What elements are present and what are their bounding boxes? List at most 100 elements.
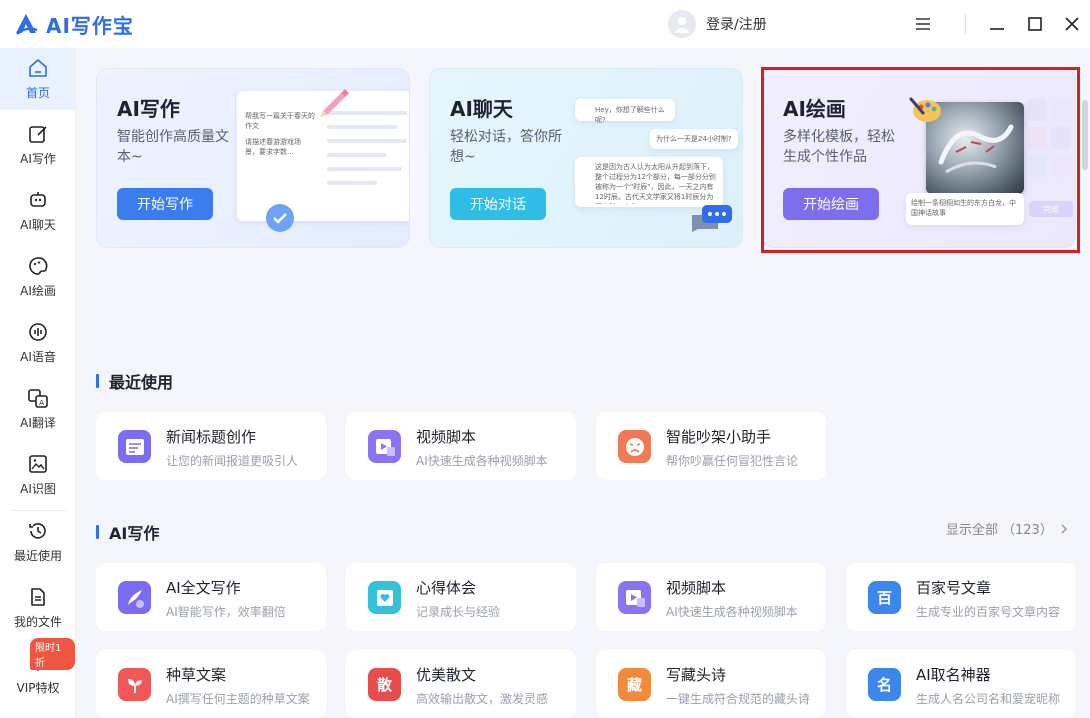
- sidebar-item-label: AI语音: [20, 350, 56, 364]
- sidebar-item-recent[interactable]: 最近使用: [0, 511, 76, 573]
- app-logo: AI写作宝: [14, 10, 134, 38]
- baijia-icon: 百: [868, 581, 901, 614]
- hero-description: 智能创作高质量文本~: [117, 129, 229, 165]
- tool-name: 视频脚本: [666, 579, 727, 597]
- user-icon: [674, 17, 690, 33]
- audio-wave-icon: [29, 323, 47, 341]
- check-icon: [266, 204, 294, 232]
- pen-edit-icon: [29, 126, 47, 143]
- section-recent-header: 最近使用: [96, 371, 174, 392]
- vip-discount-badge: 限时1折: [30, 638, 75, 670]
- tool-card-naming[interactable]: 名 AI取名神器 生成人名公司名和爱宠昵称: [846, 650, 1076, 718]
- essay-icon: 散: [368, 668, 401, 701]
- hero-card-chat[interactable]: AI聊天 轻松对话，答你所想~ 开始对话 Hey，你想了解些什么呢? 为什么一天…: [429, 68, 743, 248]
- sidebar-item-ai-translate[interactable]: A AI翻译: [0, 378, 76, 440]
- title-bar: AI写作宝 登录/注册: [0, 0, 1090, 48]
- history-icon: [29, 523, 46, 539]
- poem-icon: 藏: [618, 668, 651, 701]
- sidebar-item-ai-drawing[interactable]: AI绘画: [0, 246, 76, 308]
- minimize-icon: [990, 28, 1004, 30]
- news-title-icon: [118, 430, 151, 463]
- login-button[interactable]: 登录/注册: [668, 9, 767, 39]
- tool-name: 心得体会: [416, 579, 477, 597]
- chevron-right-icon: [1061, 523, 1067, 534]
- sidebar-item-label: 最近使用: [13, 549, 62, 563]
- tool-card-video-script[interactable]: 视频脚本 AI快速生成各种视频脚本: [346, 412, 576, 480]
- section-writing-header: AI写作: [96, 522, 160, 543]
- tool-card-acrostic-poem[interactable]: 藏 写藏头诗 一键生成符合规范的藏头诗: [596, 650, 826, 718]
- section-title: 最近使用: [109, 373, 174, 392]
- close-button[interactable]: [1060, 12, 1084, 36]
- tool-card-reflections[interactable]: 心得体会 记录成长与经验: [346, 563, 576, 631]
- sidebar-item-my-files[interactable]: 我的文件: [0, 577, 76, 639]
- sidebar-item-label: VIP特权: [16, 681, 60, 695]
- tool-description: AI撰写任何主题的种草文案: [166, 692, 310, 706]
- tool-description: 一键生成符合规范的藏头诗: [666, 692, 811, 706]
- sidebar-item-ai-voice[interactable]: AI语音: [0, 312, 76, 374]
- tool-description: 让您的新闻报道更吸引人: [166, 454, 299, 468]
- chat-bubble: 为什么一天是24小时制?: [650, 129, 738, 149]
- maximize-icon: [1028, 17, 1042, 31]
- scrollbar[interactable]: [1082, 100, 1088, 170]
- sprout-icon: [118, 668, 151, 701]
- hero-title: AI绘画: [783, 97, 846, 121]
- sidebar: 首页 AI写作 AI聊天 AI绘画 AI语音 A AI翻译 AI识图 最近使用 …: [0, 48, 76, 718]
- image-recognize-icon: [29, 455, 47, 473]
- tool-name: AI全文写作: [166, 579, 241, 597]
- video-script-icon: [618, 581, 651, 614]
- maximize-button[interactable]: [1023, 12, 1047, 36]
- sidebar-item-label: 我的文件: [13, 615, 62, 629]
- start-chat-button[interactable]: 开始对话: [450, 188, 546, 220]
- menu-button[interactable]: [911, 12, 935, 36]
- hero-description: 多样化模板，轻松生成个性作品: [783, 129, 895, 165]
- start-writing-button[interactable]: 开始写作: [117, 188, 213, 220]
- tool-description: 生成专业的百家号文章内容: [916, 605, 1061, 619]
- chat-bubble-text: 这是因为古人认为太阳从升起到落下，整个过程分为12个部分，每一部分分别被称为一个…: [595, 163, 716, 204]
- sidebar-item-ai-chat[interactable]: AI聊天: [0, 180, 76, 242]
- sidebar-item-label: AI翻译: [20, 416, 56, 430]
- section-bar: [96, 374, 99, 388]
- tool-description: 高效输出散文，激发灵感: [416, 692, 549, 706]
- tool-description: AI快速生成各种视频脚本: [666, 605, 798, 619]
- translate-icon: A: [28, 389, 48, 408]
- hero-title: AI写作: [117, 97, 180, 121]
- tool-card-video-script[interactable]: 视频脚本 AI快速生成各种视频脚本: [596, 563, 826, 631]
- sidebar-item-home[interactable]: 首页: [0, 48, 76, 110]
- sidebar-item-label: AI识图: [20, 482, 56, 496]
- login-label: 登录/注册: [706, 17, 767, 33]
- sidebar-item-ai-image-recognition[interactable]: AI识图: [0, 444, 76, 506]
- chat-bubble-text: Hey，你想了解些什么呢?: [595, 106, 665, 124]
- title-divider: [965, 14, 966, 34]
- sidebar-item-ai-writing[interactable]: AI写作: [0, 114, 76, 176]
- sidebar-item-label: AI聊天: [20, 218, 56, 232]
- chat-dots-icon: [692, 205, 732, 232]
- section-title: AI写作: [109, 524, 160, 543]
- template-grid: [1021, 99, 1075, 189]
- avatar: [668, 10, 696, 38]
- start-drawing-button[interactable]: 开始绘画: [783, 188, 879, 220]
- section-bar: [96, 525, 99, 539]
- close-icon: [1065, 17, 1079, 31]
- chat-bubble: Hey，你想了解些什么呢?: [575, 99, 675, 124]
- tool-card-seeding-copy[interactable]: 种草文案 AI撰写任何主题的种草文案: [96, 650, 326, 718]
- show-all-link[interactable]: 显示全部 （123）: [946, 519, 1069, 538]
- preview-reply: 请描述春游游戏场景，要求字数...: [245, 138, 301, 156]
- tool-name: 新闻标题创作: [166, 428, 257, 446]
- minimize-button[interactable]: [985, 12, 1009, 36]
- video-script-icon: [368, 430, 401, 463]
- done-chip-label: 完成: [1043, 204, 1059, 214]
- tool-card-news-title[interactable]: 新闻标题创作 让您的新闻报道更吸引人: [96, 412, 326, 480]
- tool-card-prose[interactable]: 散 优美散文 高效输出散文，激发灵感: [346, 650, 576, 718]
- tool-count: （123）: [1002, 523, 1053, 538]
- tool-card-full-writing[interactable]: AI全文写作 AI智能写作，效率翻倍: [96, 563, 326, 631]
- svg-text:A: A: [39, 399, 44, 407]
- hero-description: 轻松对话，答你所想~: [450, 129, 562, 165]
- naming-icon: 名: [868, 668, 901, 701]
- tool-card-quarrel-helper[interactable]: 智能吵架小助手 帮你吵赢任何冒犯性言论: [596, 412, 826, 480]
- tool-name: 种草文案: [166, 666, 227, 684]
- hero-card-writing[interactable]: AI写作 智能创作高质量文本~ 开始写作 帮我写一篇关于春天的作文 请描述春游游…: [96, 68, 410, 248]
- tool-description: 生成人名公司名和爱宠昵称: [916, 692, 1061, 706]
- hero-card-drawing[interactable]: AI绘画 多样化模板，轻松生成个性作品 开始绘画 绘制一条栩栩如生的东方白龙，中…: [762, 68, 1076, 248]
- show-all-label: 显示全部: [946, 523, 999, 538]
- tool-card-baijia-article[interactable]: 百 百家号文章 生成专业的百家号文章内容: [846, 563, 1076, 631]
